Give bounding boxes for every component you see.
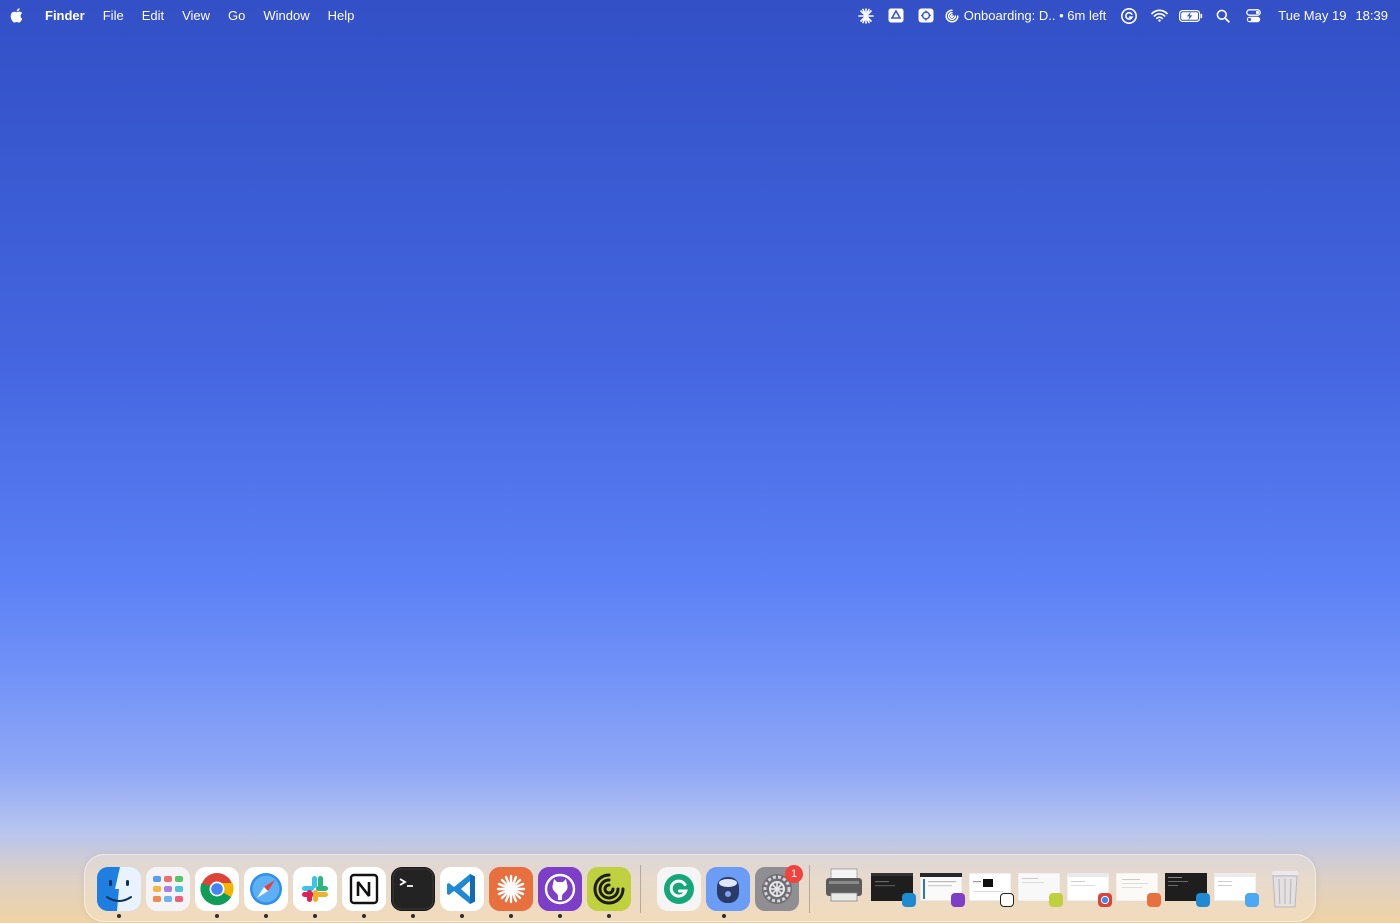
minimized-window-printer[interactable] [823, 867, 865, 903]
claude-icon [489, 867, 533, 911]
minimized-window-notion[interactable] [968, 872, 1014, 907]
vscode-badge-icon [902, 893, 916, 907]
focus-timer-icon [945, 8, 959, 23]
dock-app-grammarly[interactable] [657, 867, 701, 911]
dock-app-safari[interactable] [244, 867, 288, 911]
minimized-window-finder[interactable] [1213, 872, 1259, 907]
running-indicator [460, 914, 464, 918]
minimized-window-github[interactable] [919, 872, 965, 907]
github-badge-icon [951, 893, 965, 907]
search-icon[interactable] [1208, 0, 1238, 31]
dock-app-trash[interactable] [1263, 867, 1307, 911]
menu-help[interactable]: Help [319, 0, 364, 31]
gear-badge-icon[interactable] [911, 0, 941, 31]
launchpad-icon [146, 867, 190, 911]
dock-app-vscode[interactable] [440, 867, 484, 911]
asterisk-icon[interactable] [851, 0, 881, 31]
battery-charging-icon[interactable] [1174, 0, 1208, 31]
grammarly-app-icon [657, 867, 701, 911]
terminal-icon [391, 867, 435, 911]
running-indicator [313, 914, 317, 918]
running-indicator [509, 914, 513, 918]
spiral-icon [587, 867, 631, 911]
dock-app-chrome[interactable] [195, 867, 239, 911]
menu-edit[interactable]: Edit [133, 0, 173, 31]
menu-bar-left: Finder File Edit View Go Window Help [0, 0, 363, 31]
minimized-printer-window-icon [826, 868, 862, 902]
menu-go[interactable]: Go [219, 0, 254, 31]
focus-timer-text: Onboarding: D.. • 6m left [963, 8, 1107, 23]
running-indicator [558, 914, 562, 918]
finder-icon [97, 867, 141, 911]
running-indicator [117, 914, 121, 918]
finder-badge-icon [1245, 893, 1259, 907]
trash-icon [1272, 871, 1298, 908]
dock-app-claude[interactable] [489, 867, 533, 911]
spiral-badge-icon [1049, 893, 1063, 907]
minimized-window-terminal-vscode[interactable] [1165, 873, 1210, 907]
chrome-icon [195, 867, 239, 911]
dock-app-screen-sharing[interactable] [706, 867, 750, 911]
claude-badge-icon [1147, 893, 1161, 907]
chrome-badge-icon [1098, 893, 1112, 907]
running-indicator [607, 914, 611, 918]
dock-app-notion[interactable] [342, 867, 386, 911]
focus-timer-status[interactable]: Onboarding: D.. • 6m left [941, 8, 1115, 23]
menu-view[interactable]: View [173, 0, 219, 31]
dock-app-settings[interactable]: 1 [755, 865, 803, 911]
github-desktop-icon [538, 867, 582, 911]
grammarly-icon[interactable] [1114, 0, 1144, 31]
notion-badge-icon [1000, 893, 1014, 907]
google-drive-icon[interactable] [881, 0, 911, 31]
running-indicator [722, 914, 726, 918]
vscode-icon [440, 867, 484, 911]
wifi-icon[interactable] [1144, 0, 1174, 31]
menu-window[interactable]: Window [254, 0, 318, 31]
running-indicator [215, 914, 219, 918]
minimized-window-vscode[interactable] [871, 873, 916, 907]
vscode-badge-icon [1196, 893, 1210, 907]
menu-bar: Finder File Edit View Go Window Help Onb… [0, 0, 1400, 31]
control-center-icon[interactable] [1238, 0, 1268, 31]
slack-icon [293, 867, 337, 911]
minimized-window-chrome[interactable] [1066, 872, 1112, 907]
safari-icon [244, 867, 288, 911]
dock-app-finder[interactable] [97, 867, 141, 911]
menu-clock[interactable]: Tue May 19 18:39 [1268, 8, 1394, 23]
menu-app-name[interactable]: Finder [36, 0, 94, 31]
running-indicator [362, 914, 366, 918]
dock-app-terminal[interactable] [391, 867, 435, 911]
dock-separator [809, 865, 810, 913]
notion-icon [342, 867, 386, 911]
dock-app-slack[interactable] [293, 867, 337, 911]
dock-separator [640, 865, 641, 913]
screen-sharing-icon [706, 867, 750, 911]
clock-time: 18:39 [1355, 8, 1388, 23]
menu-file[interactable]: File [94, 0, 133, 31]
clock-date: Tue May 19 [1278, 8, 1347, 23]
apple-menu-icon[interactable] [10, 8, 24, 24]
minimized-window-claude[interactable] [1115, 872, 1161, 907]
minimized-window-spiral[interactable] [1017, 872, 1063, 907]
dock-app-spiral[interactable] [587, 867, 631, 911]
running-indicator [411, 914, 415, 918]
dock: 1 [84, 854, 1316, 922]
dock-app-launchpad[interactable] [146, 867, 190, 911]
running-indicator [264, 914, 268, 918]
menu-bar-status: Onboarding: D.. • 6m left Tue May 19 18:… [851, 0, 1400, 31]
notification-badge: 1 [785, 865, 803, 883]
dock-app-github-desktop[interactable] [538, 867, 582, 911]
